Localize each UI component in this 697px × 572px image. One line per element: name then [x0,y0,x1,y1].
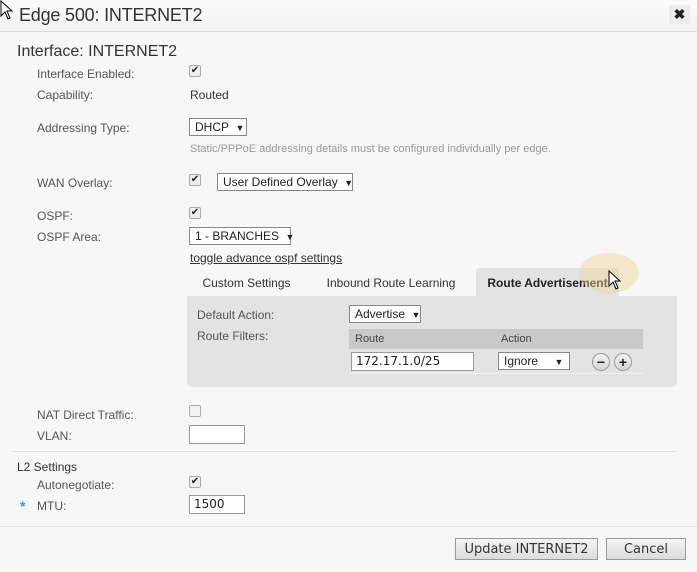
dropdown-arrow-icon: ▼ [283,232,295,242]
add-row-button[interactable]: + [614,353,632,371]
close-icon: ✖ [673,6,686,22]
check-icon: ✔ [190,65,200,76]
ospf-area-label: OSPF Area: [37,230,102,244]
autonegotiate-label: Autonegotiate: [37,478,115,492]
addressing-type-select[interactable]: DHCP ▼ [189,118,247,136]
tab-inbound-route-learning[interactable]: Inbound Route Learning [318,268,464,296]
table-row-divider [349,373,643,374]
capability-label: Capability: [37,88,94,102]
cancel-button[interactable]: Cancel [606,538,686,560]
mouse-cursor-icon [608,270,622,290]
minus-icon: − [596,353,606,370]
nat-direct-traffic-label: NAT Direct Traffic: [37,408,134,422]
wan-overlay-select[interactable]: User Defined Overlay ▼ [217,173,353,191]
close-button[interactable]: ✖ [669,5,690,24]
mtu-label: MTU: [37,499,67,513]
default-action-select[interactable]: Advertise ▼ [349,305,421,323]
mtu-input[interactable]: 1500 [189,495,245,514]
column-header-route: Route [355,333,385,345]
addressing-type-label: Addressing Type: [37,121,130,135]
nat-direct-traffic-checkbox[interactable] [189,405,201,417]
autonegotiate-checkbox[interactable]: ✔ [189,476,201,488]
route-filters-table-header: Route Action [349,329,643,349]
section-divider [13,451,676,452]
tab-custom-settings[interactable]: Custom Settings [190,268,303,296]
route-filters-label: Route Filters: [197,329,269,343]
update-button[interactable]: Update INTERNET2 [455,538,598,560]
wan-overlay-label: WAN Overlay: [37,176,113,190]
interface-enabled-label: Interface Enabled: [37,67,135,81]
wan-overlay-checkbox[interactable]: ✔ [189,174,201,186]
check-icon: ✔ [190,476,200,487]
required-asterisk-icon: * [20,498,26,514]
route-input[interactable]: 172.17.1.0/25 [351,352,474,371]
mouse-cursor-icon [0,0,14,20]
ospf-checkbox[interactable]: ✔ [189,207,201,219]
ospf-label: OSPF: [37,209,74,223]
check-icon: ✔ [190,207,200,218]
dialog-title: Edge 500: INTERNET2 [19,5,203,25]
remove-row-button[interactable]: − [592,353,610,371]
vlan-input[interactable] [189,425,245,444]
check-icon: ✔ [190,174,200,185]
ospf-area-select[interactable]: 1 - BRANCHES ▼ [189,227,295,245]
capability-value: Routed [190,88,229,102]
toggle-advanced-ospf-link[interactable]: toggle advance ospf settings [190,251,342,265]
column-header-action: Action [501,333,532,345]
dropdown-arrow-icon: ▼ [233,123,245,133]
interface-heading: Interface: INTERNET2 [17,43,178,60]
route-action-select[interactable]: Ignore ▼ [498,352,570,370]
dropdown-arrow-icon: ▼ [341,178,354,188]
interface-enabled-checkbox[interactable]: ✔ [189,65,201,77]
footer-divider [0,526,697,527]
plus-icon: + [618,353,628,370]
dropdown-arrow-icon: ▼ [552,357,564,367]
dialog-header: Edge 500: INTERNET2 ✖ [0,0,697,32]
addressing-hint: Static/PPPoE addressing details must be … [190,143,551,155]
default-action-label: Default Action: [197,308,275,322]
vlan-label: VLAN: [37,429,72,443]
dropdown-arrow-icon: ▼ [409,310,421,320]
l2-settings-heading: L2 Settings [17,460,78,474]
